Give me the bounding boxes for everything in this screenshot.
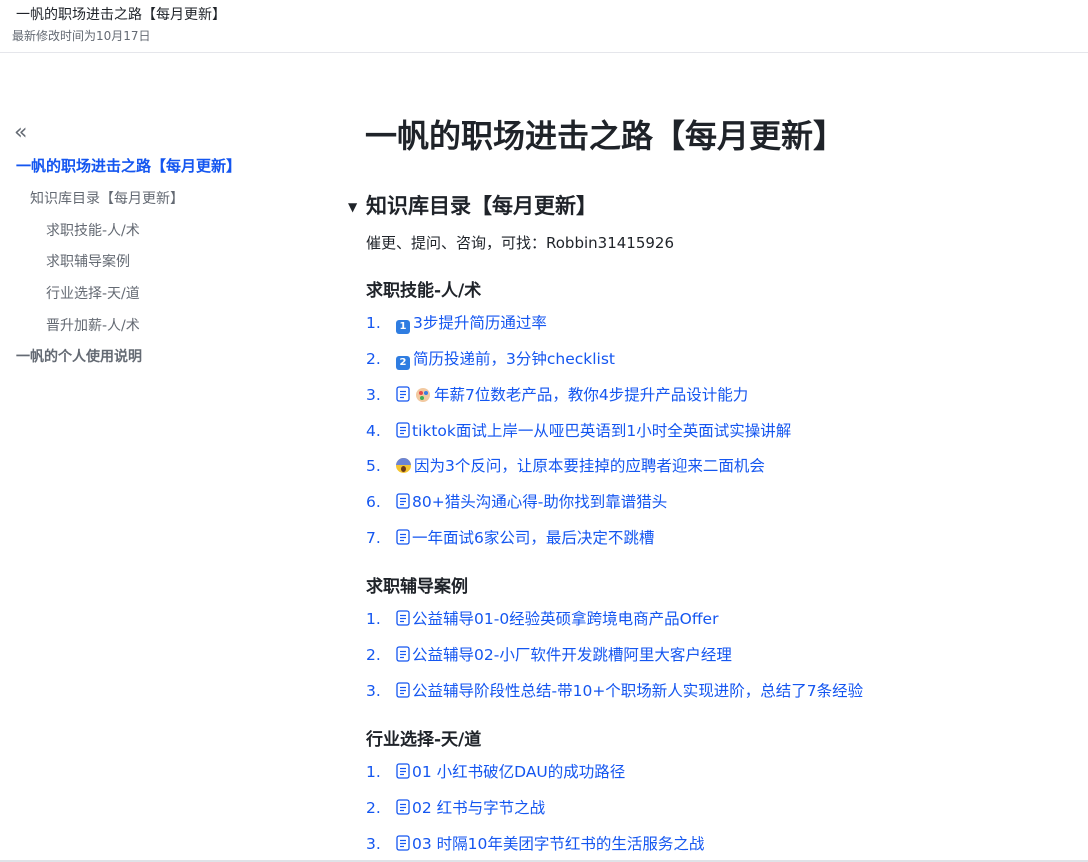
toc-item-personal-manual[interactable]: 一帆的个人使用说明	[16, 346, 142, 366]
list-item: 3. 03 时隔10年美团字节红书的生活服务之战	[366, 833, 704, 855]
doc-link[interactable]: 年薪7位数老产品，教你4步提升产品设计能力	[396, 386, 748, 404]
toc-item-job-skills[interactable]: 求职技能-人/术	[46, 220, 140, 240]
doc-link[interactable]: tiktok面试上岸一从哑巴英语到1小时全英面试实操讲解	[396, 422, 791, 440]
doc-icon	[396, 763, 410, 779]
doc-link[interactable]: 01 小红书破亿DAU的成功路径	[396, 763, 625, 781]
doc-icon	[396, 386, 410, 402]
doc-icon	[396, 493, 410, 509]
list-number: 7.	[366, 529, 381, 547]
list-item: 4. tiktok面试上岸一从哑巴英语到1小时全英面试实操讲解	[366, 420, 791, 442]
doc-link[interactable]: 因为3个反问，让原本要挂掉的应聘者迎来二面机会	[396, 457, 765, 475]
group-heading-industry: 行业选择-天/道	[366, 730, 482, 750]
doc-icon	[396, 682, 410, 698]
list-item: 1. 1 3步提升简历通过率	[366, 312, 547, 334]
list-number: 2.	[366, 799, 381, 817]
list-item: 7. 一年面试6家公司，最后决定不跳槽	[366, 527, 654, 549]
group-heading-job-skills: 求职技能-人/术	[366, 281, 482, 301]
list-number: 6.	[366, 493, 381, 511]
keycap-1-icon: 1	[396, 320, 410, 334]
section-heading: ▼ 知识库目录【每月更新】	[348, 190, 597, 220]
list-item: 2. 02 红书与字节之战	[366, 797, 545, 819]
list-number: 5.	[366, 457, 381, 475]
palette-emoji-icon	[416, 388, 430, 402]
doc-link[interactable]: 03 时隔10年美团字节红书的生活服务之战	[396, 835, 704, 853]
contact-text: 催更、提问、咨询，可找：Robbin31415926	[366, 234, 674, 252]
keycap-2-icon: 2	[396, 356, 410, 370]
doc-icon	[396, 799, 410, 815]
list-number: 1.	[366, 610, 381, 628]
list-item: 5. 因为3个反问，让原本要挂掉的应聘者迎来二面机会	[366, 455, 765, 477]
doc-link[interactable]: 一年面试6家公司，最后决定不跳槽	[396, 529, 654, 547]
page-title: 一帆的职场进击之路【每月更新】	[365, 117, 846, 155]
group-heading-coaching-cases: 求职辅导案例	[366, 577, 468, 597]
list-number: 3.	[366, 835, 381, 853]
list-item: 3. 公益辅导阶段性总结-带10+个职场新人实现进阶，总结了7条经验	[366, 680, 863, 702]
toc-item-root[interactable]: 一帆的职场进击之路【每月更新】	[16, 155, 241, 176]
doc-icon	[396, 529, 410, 545]
list-number: 3.	[366, 682, 381, 700]
scream-emoji-icon	[396, 458, 411, 473]
doc-icon	[396, 835, 410, 851]
doc-link[interactable]: 公益辅导02-小厂软件开发跳槽阿里大客户经理	[396, 646, 732, 664]
doc-link[interactable]: 2 简历投递前，3分钟checklist	[396, 350, 615, 370]
doc-link[interactable]: 80+猎头沟通心得-助你找到靠谱猎头	[396, 493, 667, 511]
list-item: 6. 80+猎头沟通心得-助你找到靠谱猎头	[366, 491, 667, 513]
collapse-triangle-icon[interactable]: ▼	[348, 200, 366, 214]
toc-item-catalog[interactable]: 知识库目录【每月更新】	[30, 188, 184, 208]
doc-link[interactable]: 1 3步提升简历通过率	[396, 314, 547, 334]
doc-link[interactable]: 02 红书与字节之战	[396, 799, 545, 817]
doc-icon	[396, 422, 410, 438]
doc-link[interactable]: 公益辅导01-0经验英硕拿跨境电商产品Offer	[396, 610, 718, 628]
doc-link[interactable]: 公益辅导阶段性总结-带10+个职场新人实现进阶，总结了7条经验	[396, 682, 863, 700]
list-number: 2.	[366, 646, 381, 664]
toc-item-promotion[interactable]: 晋升加薪-人/术	[46, 315, 140, 335]
doc-icon	[396, 610, 410, 626]
section-heading-text: 知识库目录【每月更新】	[366, 194, 597, 218]
list-number: 1.	[366, 763, 381, 781]
document-title: 一帆的职场进击之路【每月更新】	[16, 7, 226, 23]
list-item: 1. 01 小红书破亿DAU的成功路径	[366, 761, 625, 783]
doc-icon	[396, 646, 410, 662]
list-item: 2. 2 简历投递前，3分钟checklist	[366, 348, 615, 370]
list-item: 2. 公益辅导02-小厂软件开发跳槽阿里大客户经理	[366, 644, 732, 666]
toc-item-coaching-cases[interactable]: 求职辅导案例	[46, 251, 130, 271]
list-number: 2.	[366, 350, 381, 368]
document-header: 一帆的职场进击之路【每月更新】 最新修改时间为10月17日	[0, 0, 1088, 53]
collapse-sidebar-icon[interactable]: «	[14, 122, 32, 144]
list-item: 3. 年薪7位数老产品，教你4步提升产品设计能力	[366, 384, 748, 406]
list-number: 4.	[366, 422, 381, 440]
list-item: 1. 公益辅导01-0经验英硕拿跨境电商产品Offer	[366, 608, 718, 630]
list-number: 3.	[366, 386, 381, 404]
list-number: 1.	[366, 314, 381, 332]
last-modified-text: 最新修改时间为10月17日	[12, 29, 151, 43]
toc-item-industry[interactable]: 行业选择-天/道	[46, 283, 140, 303]
